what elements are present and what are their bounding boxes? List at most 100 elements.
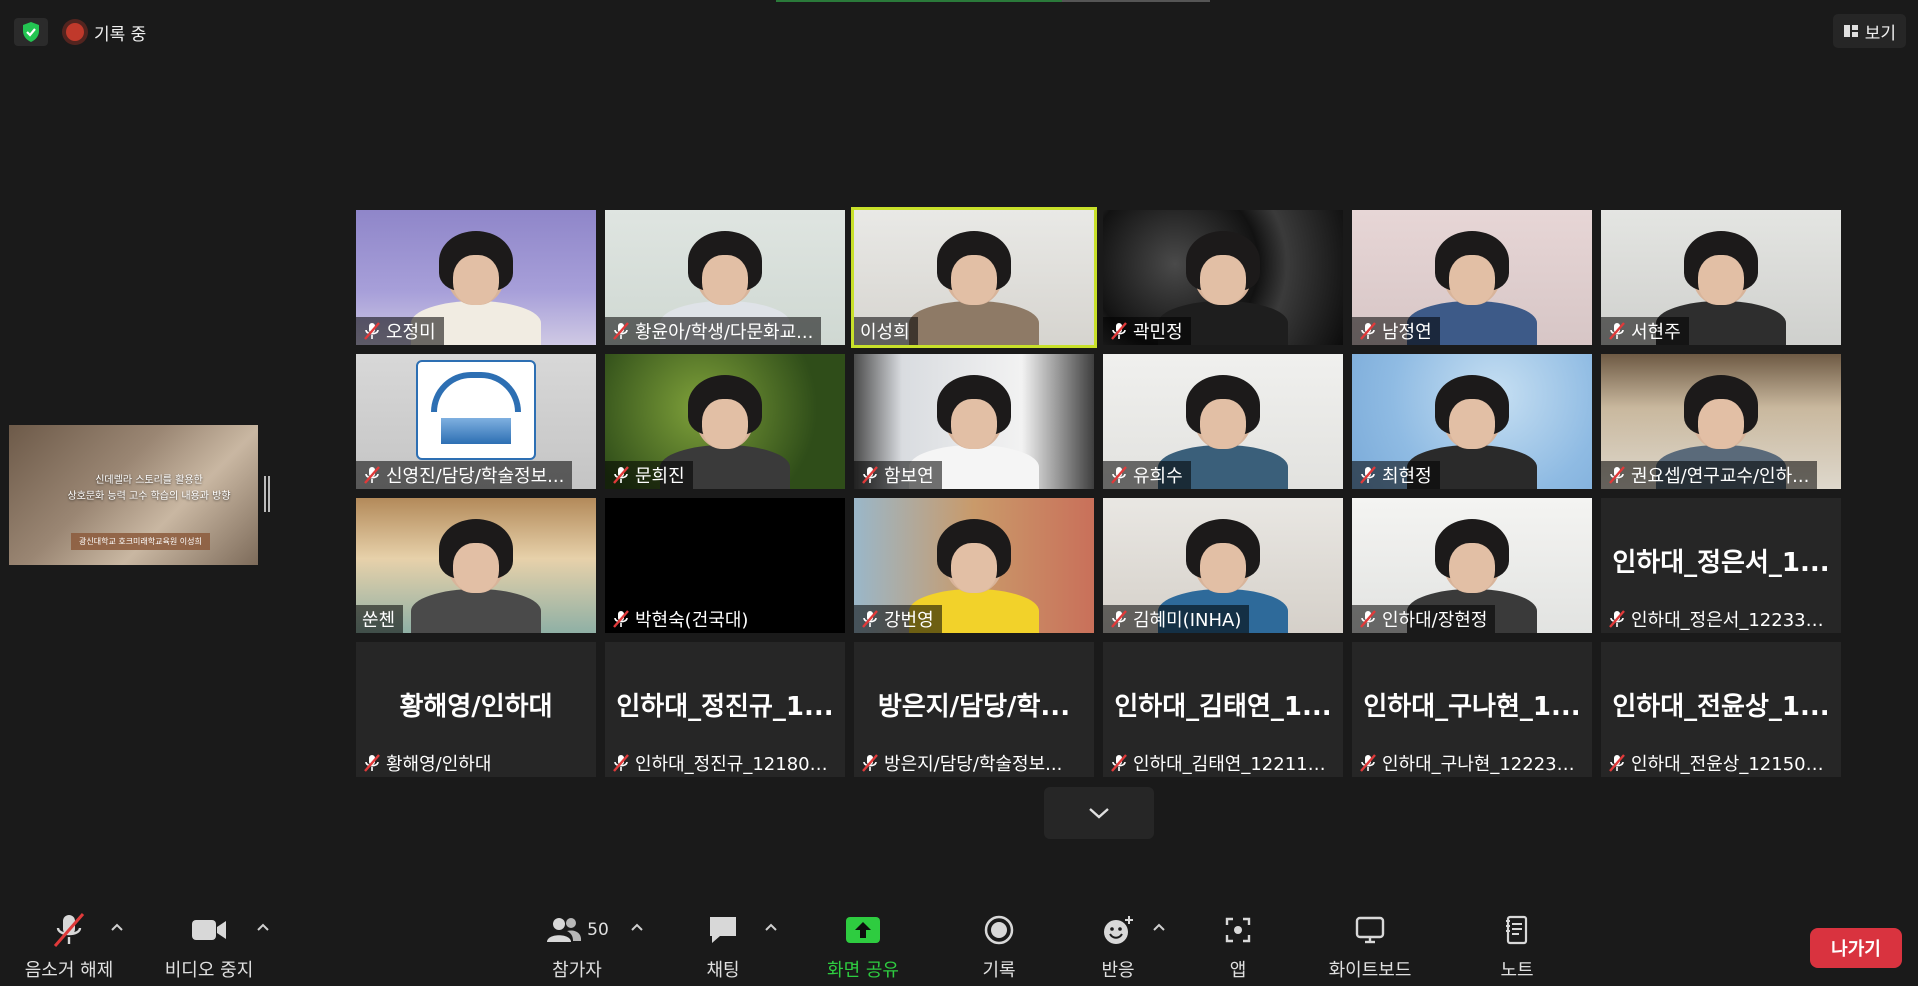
participant-tile[interactable]: 쑨첸 xyxy=(356,498,596,633)
whiteboard-button[interactable]: 화이트보드 xyxy=(1324,912,1416,982)
participant-display-name: 인하대_정은서_1... xyxy=(1612,548,1830,578)
participant-tile[interactable]: 권요셉/연구교수/인하... xyxy=(1601,354,1841,489)
video-options-caret-icon[interactable] xyxy=(256,922,270,932)
shared-screen-title-line1: 신데렐라 스토리를 활용한 xyxy=(95,475,203,486)
participant-display-name: 황해영/인하대 xyxy=(399,692,553,722)
participant-tile[interactable]: 박현숙(건국대) xyxy=(605,498,845,633)
audio-options-caret-icon[interactable] xyxy=(110,922,124,932)
chat-button[interactable]: 채팅 xyxy=(700,912,746,982)
participant-name-bar: 서현주 xyxy=(1601,317,1689,345)
leave-meeting-button[interactable]: 나가기 xyxy=(1810,928,1902,968)
participant-name-bar: 인하대_정은서_122331... xyxy=(1601,605,1841,633)
participant-name: 남정연 xyxy=(1382,322,1432,343)
notes-button[interactable]: 노트 xyxy=(1496,912,1538,982)
view-label: 보기 xyxy=(1864,23,1896,44)
participant-tile[interactable]: 곽민정 xyxy=(1103,210,1343,345)
mic-muted-icon xyxy=(1609,610,1625,628)
mic-muted-icon xyxy=(1609,754,1625,772)
participants-options-caret-icon[interactable] xyxy=(630,922,644,932)
share-screen-icon xyxy=(844,912,882,948)
mic-muted-icon xyxy=(1360,322,1376,340)
participant-name-bar: 최현정 xyxy=(1352,461,1440,489)
gallery-next-page-button[interactable] xyxy=(1044,787,1154,839)
participant-tile[interactable]: 황윤아/학생/다문화교... xyxy=(605,210,845,345)
participant-name: 방은지/담당/학술정보... xyxy=(884,754,1063,775)
video-camera-icon xyxy=(189,912,229,948)
participant-name-bar: 문희진 xyxy=(605,461,693,489)
participant-display-name: 인하대_구나현_1... xyxy=(1363,692,1581,722)
top-bar: 기록 중 보기 xyxy=(0,0,1918,60)
mic-muted-icon xyxy=(364,466,380,484)
record-button[interactable]: 기록 xyxy=(976,912,1022,982)
reactions-options-caret-icon[interactable] xyxy=(1152,922,1166,932)
participant-tile[interactable]: 인하대_구나현_1... 인하대_구나현_122230... xyxy=(1352,642,1592,777)
participant-name-bar: 황해영/인하대 xyxy=(356,749,499,777)
participant-tile[interactable]: 이성희 xyxy=(851,207,1097,348)
participant-tile[interactable]: 오정미 xyxy=(356,210,596,345)
participant-name: 권요셉/연구교수/인하... xyxy=(1631,466,1810,487)
reactions-button[interactable]: 반응 xyxy=(1098,912,1138,982)
record-icon xyxy=(983,912,1015,948)
participants-button[interactable]: 50 참가자 xyxy=(528,912,626,982)
panel-resize-handle[interactable] xyxy=(264,476,270,512)
participant-display-name: 인하대_정진규_1... xyxy=(616,692,834,722)
participant-tile[interactable]: 함보연 xyxy=(854,354,1094,489)
stop-video-button[interactable]: 비디오 중지 xyxy=(160,912,258,982)
notes-icon xyxy=(1503,912,1531,948)
participant-name: 이성희 xyxy=(860,322,910,343)
participant-tile[interactable]: 인하대_김태연_1... 인하대_김태연_122114... xyxy=(1103,642,1343,777)
participant-name: 오정미 xyxy=(386,322,436,343)
participant-tile[interactable]: 인하대_정진규_1... 인하대_정진규_121807... xyxy=(605,642,845,777)
participant-name: 서현주 xyxy=(1631,322,1681,343)
participant-name-bar: 방은지/담당/학술정보... xyxy=(854,749,1070,777)
participant-name: 인하대/장현정 xyxy=(1382,610,1488,631)
participant-tile[interactable]: 강번영 xyxy=(854,498,1094,633)
participant-name-bar: 강번영 xyxy=(854,605,942,633)
shared-screen-thumbnail[interactable]: 신데렐라 스토리를 활용한 상호문화 능력 고수 학습의 내용과 방향 광신대학… xyxy=(9,425,258,565)
security-shield-icon[interactable] xyxy=(14,18,48,46)
participant-tile[interactable]: 인하대_정은서_1... 인하대_정은서_122331... xyxy=(1601,498,1841,633)
participants-label: 참가자 xyxy=(552,960,602,981)
recording-label: 기록 중 xyxy=(94,24,147,45)
participant-name: 황윤아/학생/다문화교... xyxy=(635,322,814,343)
participant-name-bar: 신영진/담당/학술정보... xyxy=(356,461,573,489)
participant-logo-image xyxy=(416,360,536,460)
participant-name: 최현정 xyxy=(1382,466,1432,487)
chat-label: 채팅 xyxy=(706,960,740,981)
participant-tile[interactable]: 유희수 xyxy=(1103,354,1343,489)
mic-muted-icon xyxy=(1609,322,1625,340)
top-indicator-green xyxy=(776,0,1062,2)
participant-tile[interactable]: 김혜미(INHA) xyxy=(1103,498,1343,633)
participant-tile[interactable]: 남정연 xyxy=(1352,210,1592,345)
participant-name-bar: 오정미 xyxy=(356,317,444,345)
participant-tile[interactable]: 황해영/인하대 황해영/인하대 xyxy=(356,642,596,777)
view-button[interactable]: 보기 xyxy=(1832,14,1906,48)
chat-options-caret-icon[interactable] xyxy=(764,922,778,932)
participant-name: 김혜미(INHA) xyxy=(1133,610,1242,631)
recording-indicator[interactable]: 기록 중 xyxy=(66,18,146,46)
shared-screen-footer: 광신대학교 호크미래학교육원 이성희 xyxy=(71,533,210,550)
share-screen-button[interactable]: 화면 공유 xyxy=(820,912,906,982)
participant-name-bar: 인하대_정진규_121807... xyxy=(605,749,845,777)
top-indicator-gray xyxy=(1062,0,1210,2)
apps-button[interactable]: 앱 xyxy=(1220,912,1256,982)
participants-icon: 50 xyxy=(545,912,609,948)
participant-tile[interactable]: 인하대_전윤상_1... 인하대_전윤상_121504... xyxy=(1601,642,1841,777)
participant-tile[interactable]: 방은지/담당/학... 방은지/담당/학술정보... xyxy=(854,642,1094,777)
participant-tile[interactable]: 최현정 xyxy=(1352,354,1592,489)
participant-name: 곽민정 xyxy=(1133,322,1183,343)
mic-muted-icon xyxy=(1360,754,1376,772)
participant-tile[interactable]: 서현주 xyxy=(1601,210,1841,345)
participant-name-bar: 곽민정 xyxy=(1103,317,1191,345)
mic-muted-icon xyxy=(613,322,629,340)
participant-video-image xyxy=(909,231,1039,345)
participant-tile[interactable]: 신영진/담당/학술정보... xyxy=(356,354,596,489)
participant-name: 인하대_김태연_122114... xyxy=(1133,754,1335,775)
unmute-button[interactable]: 음소거 해제 xyxy=(20,912,118,982)
participant-tile[interactable]: 문희진 xyxy=(605,354,845,489)
recording-dot-icon xyxy=(66,23,84,41)
mic-muted-icon xyxy=(613,754,629,772)
participant-name-bar: 김혜미(INHA) xyxy=(1103,605,1250,633)
mic-muted-icon xyxy=(613,466,629,484)
participant-tile[interactable]: 인하대/장현정 xyxy=(1352,498,1592,633)
